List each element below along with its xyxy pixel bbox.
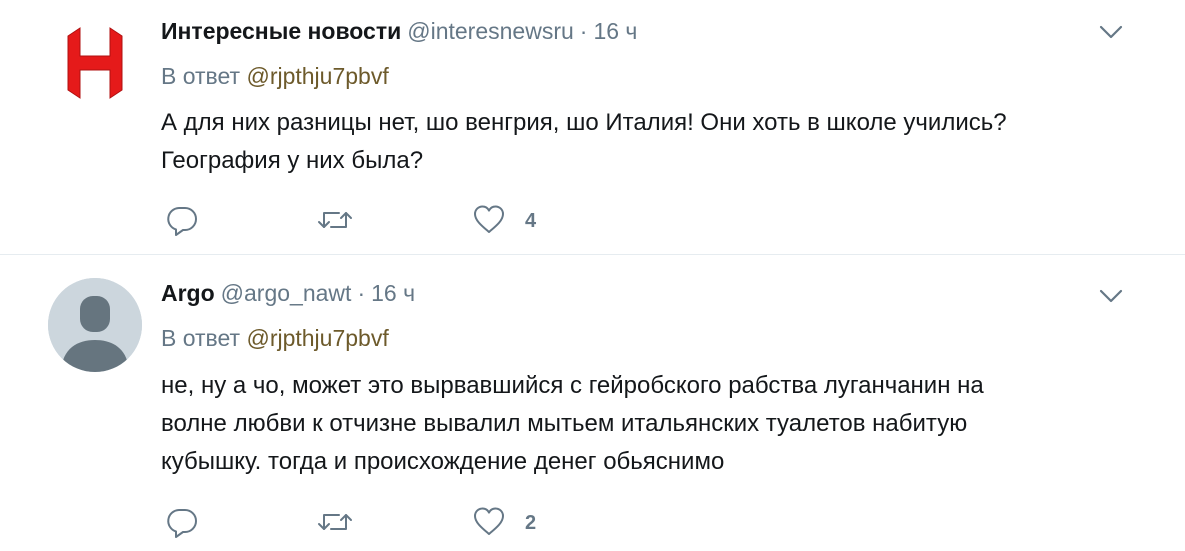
like-count: 2 [525,512,537,534]
author-name[interactable]: Argo [161,280,215,306]
heart-icon [474,507,504,535]
tweet-header: Argo @argo_nawt · 16 ч [161,278,415,308]
default-user-icon [48,278,142,372]
tweet-text-line: А для них разницы нет, шо венгрия, шо Ит… [161,109,1007,136]
timestamp[interactable]: 16 ч [371,280,415,306]
tweet-actions: 4 [0,199,600,239]
more-options-button[interactable] [1096,17,1126,47]
tweet-text-line: кубышку. тогда и происхождение денег обь… [161,448,725,475]
retweet-button[interactable] [315,199,355,239]
reply-button[interactable] [165,501,201,541]
tweet-actions: 2 [0,501,600,541]
reply-icon [167,509,197,538]
red-letter-h-logo-icon [67,27,123,99]
tweet-text: А для них разницы нет, шо венгрия, шо Ит… [161,104,1151,180]
retweet-icon [318,212,352,228]
tweet-text-line: География у них была? [161,147,424,174]
reply-label: В ответ [161,63,241,89]
tweet[interactable]: Интересные новости @interesnewsru · 16 ч В … [0,0,1185,254]
tweet-text-line: волне любви к отчизне вывалил мытьем ита… [161,410,968,437]
reply-context: В ответ @rjpthju7pbvf [161,323,389,353]
tweet-text: не, ну а чо, может это вырвавшийся с гей… [161,367,1151,481]
tweet-header: Интересные новости @interesnewsru · 16 ч [161,16,637,46]
author-handle[interactable]: @argo_nawt [221,280,352,306]
reply-icon [167,207,197,236]
author-name[interactable]: Интересные новости [161,18,401,44]
reply-label: В ответ [161,325,241,351]
header-separator: · [357,280,366,306]
chevron-down-icon [1099,289,1123,303]
retweet-icon [318,514,352,530]
retweet-button[interactable] [315,501,355,541]
reply-mention-link[interactable]: @rjpthju7pbvf [246,325,388,351]
header-separator: · [579,18,588,44]
like-count: 4 [525,210,537,232]
reply-context: В ответ @rjpthju7pbvf [161,61,389,91]
timeline: Интересные новости @interesnewsru · 16 ч В … [0,0,1185,551]
tweet-text-line: не, ну а чо, может это вырвавшийся с гей… [161,372,984,399]
like-button[interactable]: 4 [472,199,542,239]
author-handle[interactable]: @interesnewsru [407,18,574,44]
like-button[interactable]: 2 [472,501,542,541]
timestamp[interactable]: 16 ч [593,18,637,44]
avatar[interactable] [48,14,142,108]
reply-button[interactable] [165,199,201,239]
heart-icon [474,205,504,233]
tweet[interactable]: Argo @argo_nawt · 16 ч В ответ @rjpthju7pbv… [0,255,1185,551]
avatar[interactable] [48,278,142,372]
chevron-down-icon [1099,25,1123,39]
more-options-button[interactable] [1096,281,1126,311]
reply-mention-link[interactable]: @rjpthju7pbvf [246,63,388,89]
